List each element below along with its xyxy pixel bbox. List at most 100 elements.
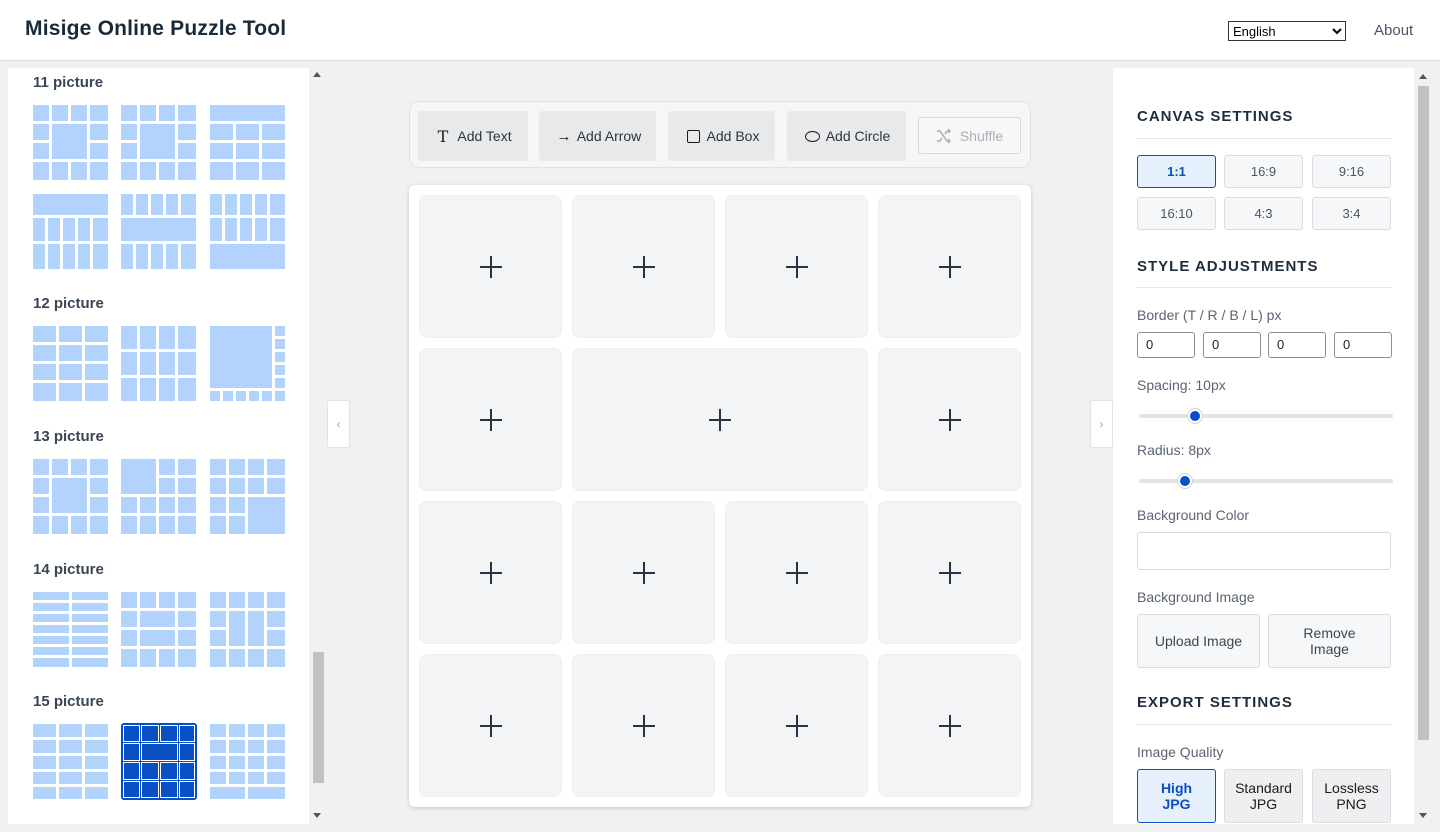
group-title-15: 15 picture	[33, 693, 104, 710]
ratio-button-1-1[interactable]: 1:1	[1137, 155, 1216, 188]
template-11-4[interactable]	[33, 194, 108, 269]
shuffle-button[interactable]: Shuffle	[918, 117, 1021, 154]
language-select[interactable]: English	[1228, 21, 1346, 41]
canvas-settings-title: CANVAS SETTINGS	[1137, 108, 1294, 125]
canvas-cell[interactable]	[878, 501, 1021, 644]
group-title-14: 14 picture	[33, 561, 104, 578]
radius-slider-thumb[interactable]	[1177, 474, 1192, 488]
canvas-cell[interactable]	[572, 501, 715, 644]
template-15-1[interactable]	[33, 724, 108, 799]
plus-icon	[632, 255, 655, 278]
canvas-cell[interactable]	[878, 654, 1021, 797]
spacing-slider-thumb[interactable]	[1187, 409, 1202, 423]
template-15-2-selected[interactable]	[121, 723, 197, 800]
border-label: Border (T / R / B / L) px	[1137, 307, 1282, 323]
add-arrow-button[interactable]: → Add Arrow	[539, 111, 656, 161]
plus-icon	[632, 714, 655, 737]
canvas-cell[interactable]	[419, 348, 562, 491]
template-14-3[interactable]	[210, 592, 285, 667]
add-text-button[interactable]: T Add Text	[418, 111, 528, 161]
scroll-up-arrow-icon[interactable]	[1419, 74, 1427, 79]
template-13-2[interactable]	[121, 459, 196, 534]
template-14-1[interactable]	[33, 592, 108, 667]
plus-icon	[785, 714, 808, 737]
canvas-cell-wide[interactable]	[572, 348, 868, 491]
template-12-1[interactable]	[33, 326, 108, 401]
canvas-cell[interactable]	[878, 195, 1021, 338]
quality-high-jpg-button[interactable]: High JPG	[1137, 769, 1216, 823]
ratio-button-16-10[interactable]: 16:10	[1137, 197, 1216, 230]
spacing-label: Spacing: 10px	[1137, 377, 1226, 393]
quality-standard-jpg-button[interactable]: Standard JPG	[1224, 769, 1303, 823]
shuffle-label: Shuffle	[959, 127, 1004, 144]
about-link[interactable]: About	[1374, 22, 1413, 39]
background-image-label: Background Image	[1137, 589, 1255, 605]
add-arrow-label: Add Arrow	[576, 128, 642, 144]
canvas-cell[interactable]	[419, 654, 562, 797]
template-11-5[interactable]	[121, 194, 196, 269]
plus-icon	[709, 408, 731, 431]
divider	[1137, 287, 1391, 288]
scroll-down-arrow-icon[interactable]	[1419, 813, 1427, 818]
scroll-up-arrow-icon[interactable]	[313, 72, 321, 77]
canvas-cell[interactable]	[572, 654, 715, 797]
text-icon: T	[437, 126, 449, 146]
border-left-input[interactable]: 0	[1334, 332, 1392, 358]
divider	[1137, 724, 1391, 725]
right-scrollbar-thumb[interactable]	[1418, 86, 1429, 740]
template-13-1[interactable]	[33, 459, 108, 534]
left-scrollbar[interactable]	[309, 68, 327, 824]
right-scrollbar[interactable]	[1414, 68, 1432, 824]
remove-image-button[interactable]: Remove Image	[1268, 614, 1391, 668]
plus-icon	[785, 255, 808, 278]
border-right-input[interactable]: 0	[1203, 332, 1261, 358]
collapse-right-button[interactable]: ›	[1090, 400, 1113, 448]
settings-panel: CANVAS SETTINGS 1:1 16:9 9:16 16:10 4:3 …	[1113, 68, 1414, 824]
canvas-cell[interactable]	[419, 195, 562, 338]
template-13-3[interactable]	[210, 459, 285, 534]
canvas-cell[interactable]	[419, 501, 562, 644]
ratio-button-16-9[interactable]: 16:9	[1224, 155, 1303, 188]
plus-icon	[479, 408, 502, 431]
add-circle-button[interactable]: Add Circle	[787, 111, 906, 161]
quality-lossless-png-button[interactable]: Lossless PNG	[1312, 769, 1391, 823]
chevron-right-icon: ›	[1099, 417, 1104, 431]
template-11-2[interactable]	[121, 105, 196, 180]
collapse-left-button[interactable]: ‹	[327, 400, 350, 448]
canvas-cell[interactable]	[725, 501, 868, 644]
border-top-input[interactable]: 0	[1137, 332, 1195, 358]
scroll-down-arrow-icon[interactable]	[313, 813, 321, 818]
radius-slider[interactable]	[1139, 474, 1393, 488]
radius-label: Radius: 8px	[1137, 442, 1211, 458]
plus-icon	[632, 561, 655, 584]
upload-image-button[interactable]: Upload Image	[1137, 614, 1260, 668]
ratio-button-3-4[interactable]: 3:4	[1312, 197, 1391, 230]
template-12-3[interactable]	[210, 326, 285, 401]
add-box-label: Add Box	[706, 128, 760, 144]
arrow-right-icon: →	[556, 127, 572, 145]
plus-icon	[479, 561, 502, 584]
template-12-2[interactable]	[121, 326, 196, 401]
app-header: Misige Online Puzzle Tool English About	[0, 0, 1440, 61]
app-title: Misige Online Puzzle Tool	[25, 17, 287, 40]
plus-icon	[938, 714, 961, 737]
canvas-cell[interactable]	[725, 195, 868, 338]
spacing-slider[interactable]	[1139, 409, 1393, 423]
canvas-cell[interactable]	[878, 348, 1021, 491]
plus-icon	[785, 561, 808, 584]
template-14-2[interactable]	[121, 592, 196, 667]
template-11-3[interactable]	[210, 105, 285, 180]
ratio-button-9-16[interactable]: 9:16	[1312, 155, 1391, 188]
ratio-button-4-3[interactable]: 4:3	[1224, 197, 1303, 230]
canvas-cell[interactable]	[725, 654, 868, 797]
shuffle-icon	[936, 127, 951, 144]
add-box-button[interactable]: Add Box	[668, 111, 775, 161]
canvas-cell[interactable]	[572, 195, 715, 338]
background-color-picker[interactable]	[1137, 532, 1391, 570]
style-adjustments-title: STYLE ADJUSTMENTS	[1137, 258, 1319, 275]
left-scrollbar-thumb[interactable]	[313, 652, 324, 783]
template-15-3[interactable]	[210, 724, 285, 799]
template-11-1[interactable]	[33, 105, 108, 180]
template-11-6[interactable]	[210, 194, 285, 269]
border-bottom-input[interactable]: 0	[1268, 332, 1326, 358]
